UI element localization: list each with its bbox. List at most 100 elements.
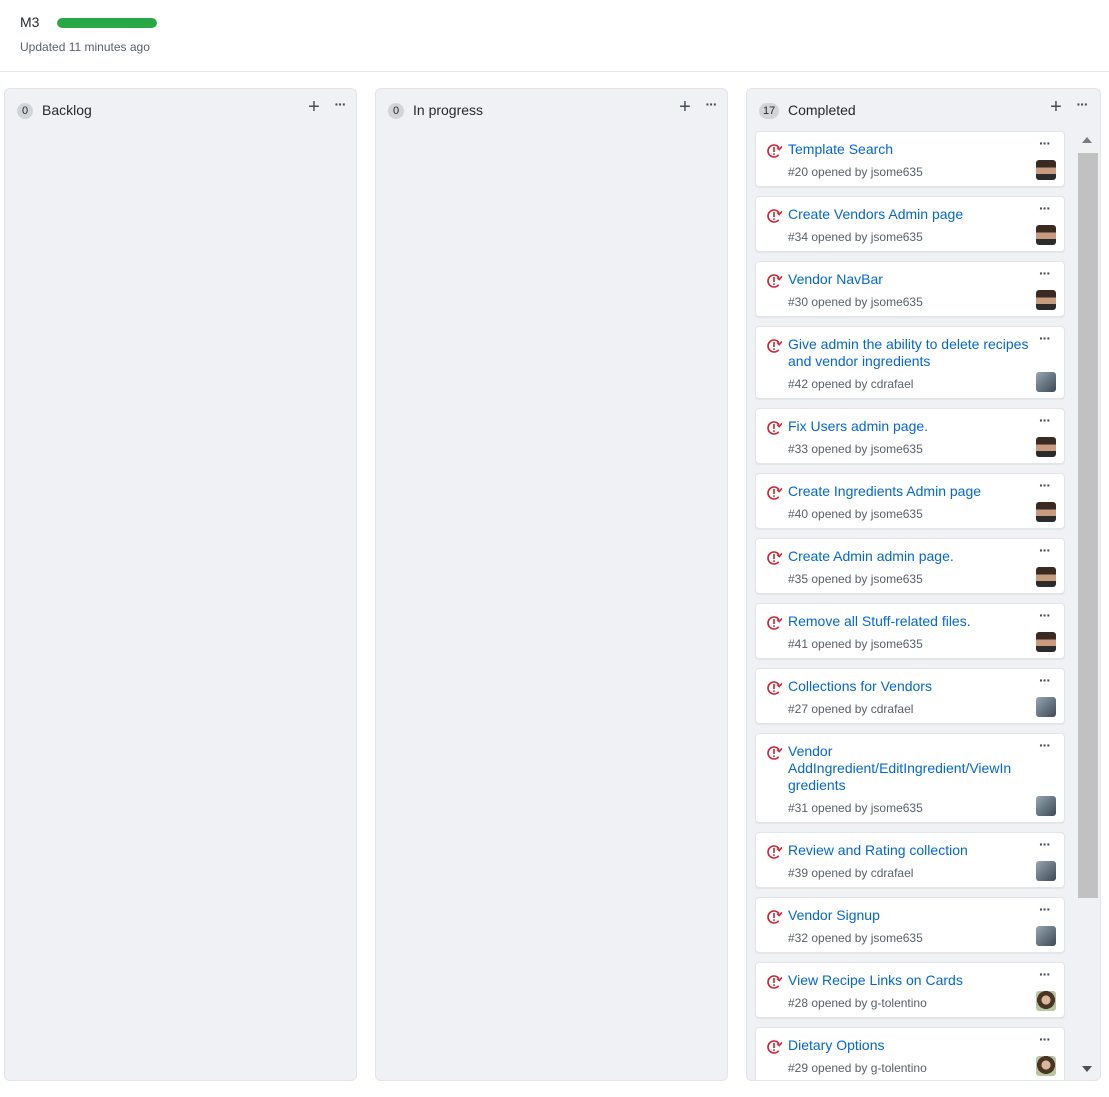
kebab-horizontal-icon[interactable]: ··· <box>701 97 721 117</box>
column-header: 17 Completed + ··· <box>747 89 1100 131</box>
issue-title-link[interactable]: Dietary Options <box>788 1037 1038 1054</box>
issue-title-link[interactable]: Template Search <box>788 141 1038 158</box>
issue-closed-icon <box>766 420 783 436</box>
issue-title-link[interactable]: Vendor NavBar <box>788 271 1038 288</box>
issue-card[interactable]: Review and Rating collection #39 opened b… <box>755 832 1065 888</box>
issue-card[interactable]: Collections for Vendors #27 opened by cdr… <box>755 668 1065 724</box>
issue-card[interactable]: Fix Users admin page. #33 opened by jsome… <box>755 408 1065 464</box>
column-name: Backlog <box>42 102 92 118</box>
issue-meta: #29 opened by g-tolentino <box>788 1061 927 1075</box>
kebab-horizontal-icon[interactable]: ··· <box>1039 607 1051 623</box>
board-header: M3 Updated 11 minutes ago <box>0 0 1109 72</box>
issue-meta: #20 opened by jsome635 <box>788 165 923 179</box>
issue-card[interactable]: View Recipe Links on Cards #28 opened by … <box>755 962 1065 1018</box>
issue-title-link[interactable]: Collections for Vendors <box>788 678 1038 695</box>
issue-title-link[interactable]: View Recipe Links on Cards <box>788 972 1038 989</box>
column-count: 17 <box>759 103 780 119</box>
issue-card[interactable]: Vendor Signup #32 opened by jsome635 ··· <box>755 897 1065 953</box>
avatar[interactable] <box>1036 290 1056 310</box>
issue-card[interactable]: Vendor AddIngredient/EditIngredient/View… <box>755 733 1065 823</box>
scroll-up-arrow-icon[interactable] <box>1082 137 1092 143</box>
avatar[interactable] <box>1036 1056 1056 1076</box>
issue-closed-icon <box>766 143 783 159</box>
avatar[interactable] <box>1036 502 1056 522</box>
kebab-horizontal-icon[interactable]: ··· <box>1039 542 1051 558</box>
kebab-horizontal-icon[interactable]: ··· <box>1039 1031 1051 1047</box>
issue-card[interactable]: Vendor NavBar #30 opened by jsome635 ··· <box>755 261 1065 317</box>
issue-card[interactable]: Template Search #20 opened by jsome635 ··· <box>755 131 1065 187</box>
issue-meta: #33 opened by jsome635 <box>788 442 923 456</box>
kebab-horizontal-icon[interactable]: ··· <box>1039 672 1051 688</box>
issue-closed-icon <box>766 844 783 860</box>
issue-title-link[interactable]: Vendor AddIngredient/EditIngredient/View… <box>788 743 1038 794</box>
avatar[interactable] <box>1036 926 1056 946</box>
kebab-horizontal-icon[interactable]: ··· <box>1039 836 1051 852</box>
kebab-horizontal-icon[interactable]: ··· <box>1039 135 1051 151</box>
kebab-horizontal-icon[interactable]: ··· <box>1039 477 1051 493</box>
avatar[interactable] <box>1036 861 1056 881</box>
kebab-horizontal-icon[interactable]: ··· <box>1039 901 1051 917</box>
avatar[interactable] <box>1036 796 1056 816</box>
avatar[interactable] <box>1036 632 1056 652</box>
kebab-horizontal-icon[interactable]: ··· <box>330 97 350 117</box>
issue-closed-icon <box>766 680 783 696</box>
plus-icon[interactable]: + <box>675 97 695 119</box>
issue-title-link[interactable]: Create Ingredients Admin page <box>788 483 1038 500</box>
scrollbar[interactable] <box>1077 133 1099 1080</box>
avatar[interactable] <box>1036 225 1056 245</box>
column-count: 0 <box>17 103 33 119</box>
kebab-horizontal-icon[interactable]: ··· <box>1039 737 1051 753</box>
issue-title-link[interactable]: Fix Users admin page. <box>788 418 1038 435</box>
scrollbar-thumb[interactable] <box>1078 153 1098 898</box>
issue-title-link[interactable]: Remove all Stuff-related files. <box>788 613 1038 630</box>
issue-title-link[interactable]: Create Vendors Admin page <box>788 206 1038 223</box>
issue-meta: #35 opened by jsome635 <box>788 572 923 586</box>
avatar[interactable] <box>1036 697 1056 717</box>
issue-meta: #32 opened by jsome635 <box>788 931 923 945</box>
issue-closed-icon <box>766 485 783 501</box>
issue-closed-icon <box>766 974 783 990</box>
issue-title-link[interactable]: Give admin the ability to delete recipes… <box>788 336 1038 370</box>
card-list: Template Search #20 opened by jsome635 ···… <box>755 131 1067 1080</box>
progress-bar <box>57 18 157 28</box>
kebab-horizontal-icon[interactable]: ··· <box>1039 966 1051 982</box>
kebab-horizontal-icon[interactable]: ··· <box>1072 97 1092 117</box>
issue-meta: #28 opened by g-tolentino <box>788 996 927 1010</box>
issue-title-link[interactable]: Review and Rating collection <box>788 842 1038 859</box>
issue-card[interactable]: Create Admin admin page. #35 opened by js… <box>755 538 1065 594</box>
kebab-horizontal-icon[interactable]: ··· <box>1039 330 1051 346</box>
issue-card[interactable]: Remove all Stuff-related files. #41 opene… <box>755 603 1065 659</box>
column-header: 0 Backlog + ··· <box>5 89 356 131</box>
issue-meta: #34 opened by jsome635 <box>788 230 923 244</box>
issue-closed-icon <box>766 745 783 761</box>
kebab-horizontal-icon[interactable]: ··· <box>1039 265 1051 281</box>
issue-card[interactable]: Create Vendors Admin page #34 opened by j… <box>755 196 1065 252</box>
column-name: Completed <box>788 102 856 118</box>
avatar[interactable] <box>1036 160 1056 180</box>
avatar[interactable] <box>1036 372 1056 392</box>
issue-meta: #27 opened by cdrafael <box>788 702 914 716</box>
kebab-horizontal-icon[interactable]: ··· <box>1039 200 1051 216</box>
plus-icon[interactable]: + <box>304 97 324 119</box>
issue-meta: #40 opened by jsome635 <box>788 507 923 521</box>
column-name: In progress <box>413 102 484 118</box>
column-in-progress: 0 In progress + ··· <box>375 88 728 1081</box>
issue-meta: #31 opened by jsome635 <box>788 801 923 815</box>
issue-closed-icon <box>766 208 783 224</box>
kebab-horizontal-icon[interactable]: ··· <box>1039 412 1051 428</box>
avatar[interactable] <box>1036 567 1056 587</box>
issue-meta: #41 opened by jsome635 <box>788 637 923 651</box>
issue-card[interactable]: Create Ingredients Admin page #40 opened … <box>755 473 1065 529</box>
plus-icon[interactable]: + <box>1046 97 1066 119</box>
avatar[interactable] <box>1036 991 1056 1011</box>
issue-card[interactable]: Give admin the ability to delete recipes… <box>755 326 1065 399</box>
issue-closed-icon <box>766 338 783 354</box>
issue-card[interactable]: Dietary Options #29 opened by g-tolentino… <box>755 1027 1065 1080</box>
issue-title-link[interactable]: Vendor Signup <box>788 907 1038 924</box>
column-header: 0 In progress + ··· <box>376 89 727 131</box>
issue-title-link[interactable]: Create Admin admin page. <box>788 548 1038 565</box>
issue-closed-icon <box>766 615 783 631</box>
avatar[interactable] <box>1036 437 1056 457</box>
issue-meta: #39 opened by cdrafael <box>788 866 914 880</box>
scroll-down-arrow-icon[interactable] <box>1082 1066 1092 1072</box>
